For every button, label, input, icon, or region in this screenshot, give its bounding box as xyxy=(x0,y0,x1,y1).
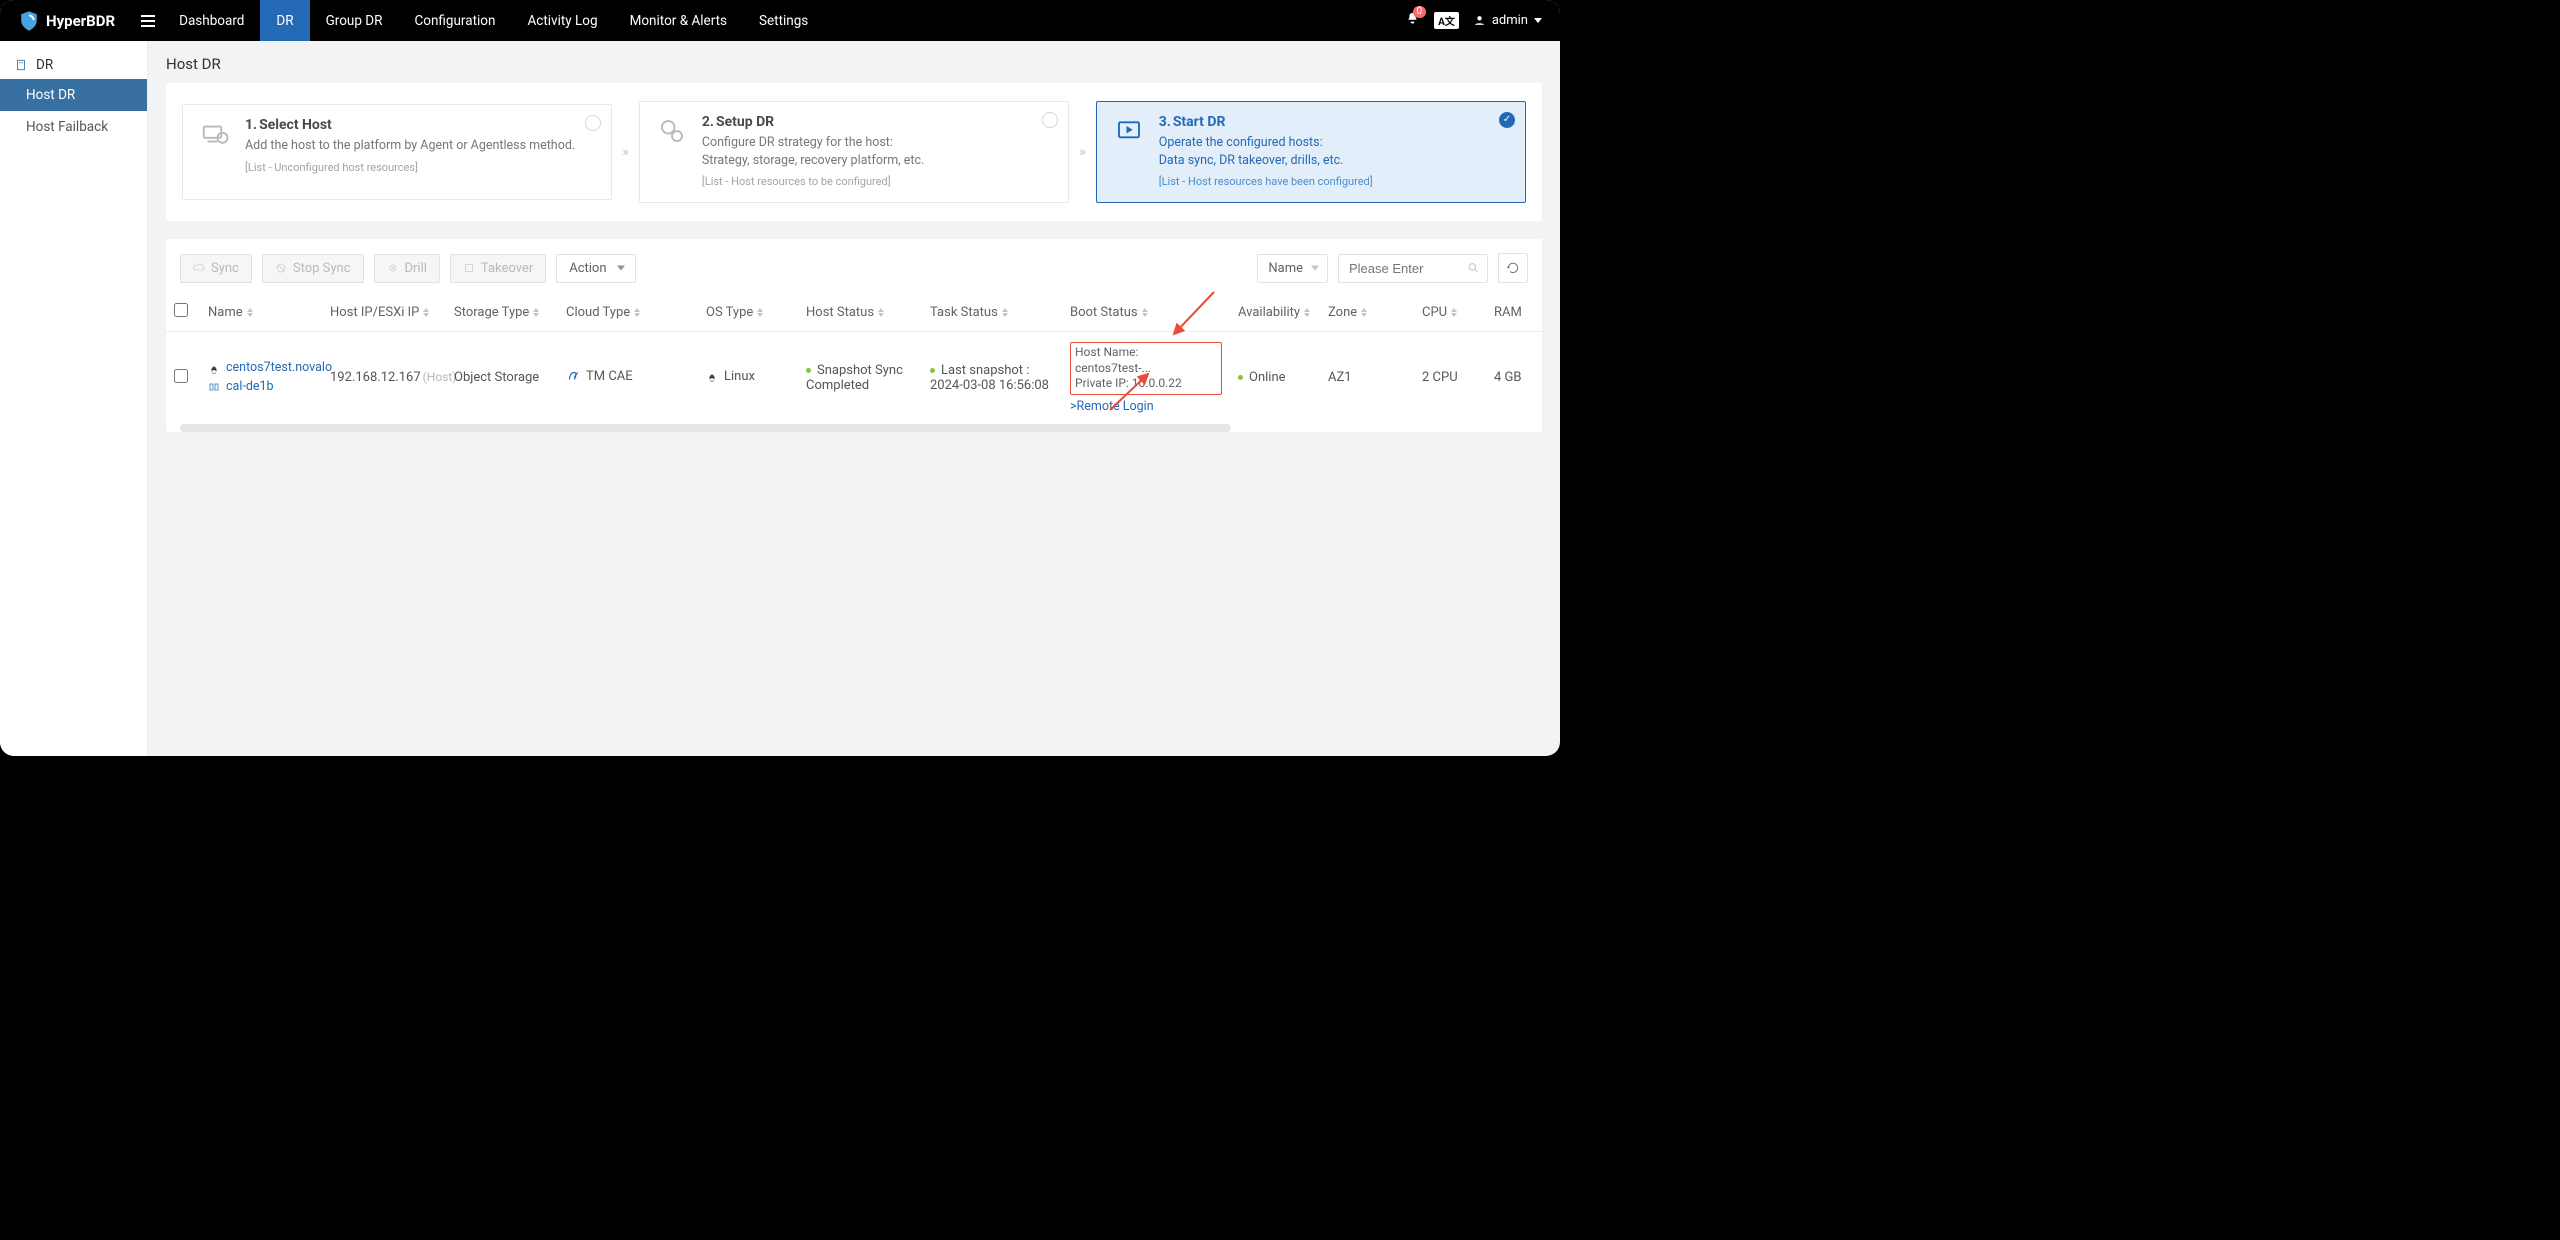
sidebar-item-host-failback[interactable]: Host Failback xyxy=(0,111,147,143)
os-type-cell: Linux xyxy=(698,332,798,424)
nav-dr[interactable]: DR xyxy=(260,0,309,41)
step-1-select-host[interactable]: 1. Select Host Add the host to the platf… xyxy=(182,104,612,200)
alerts-bell[interactable]: 0 xyxy=(1405,11,1420,30)
horizontal-scrollbar[interactable] xyxy=(180,424,1528,432)
col-task-status[interactable]: Task Status xyxy=(922,293,1062,332)
chevron-down-icon xyxy=(1534,18,1542,23)
step-status-empty-icon xyxy=(1042,112,1058,128)
nav-monitor-alerts[interactable]: Monitor & Alerts xyxy=(614,0,743,41)
steps-card: 1. Select Host Add the host to the platf… xyxy=(166,83,1542,221)
col-ram[interactable]: RAM xyxy=(1486,293,1544,332)
col-boot-status[interactable]: Boot Status xyxy=(1062,293,1230,332)
sidebar-heading: DR xyxy=(0,51,147,79)
row-checkbox[interactable] xyxy=(174,369,188,383)
main-content: Host DR 1. Select Host Add the host to t… xyxy=(148,41,1560,756)
alpha-icon xyxy=(566,369,580,383)
col-zone[interactable]: Zone xyxy=(1320,293,1414,332)
col-host-status[interactable]: Host Status xyxy=(798,293,922,332)
table-header-row: Name Host IP/ESXi IP Storage Type Cloud … xyxy=(166,293,1544,332)
brand-logo: HyperBDR xyxy=(18,10,115,32)
col-name[interactable]: Name xyxy=(200,293,322,332)
host-status-cell: Snapshot Sync Completed xyxy=(798,332,922,424)
step-status-empty-icon xyxy=(585,115,601,131)
language-toggle[interactable]: A文 xyxy=(1434,12,1459,29)
nav-settings[interactable]: Settings xyxy=(743,0,824,41)
col-cpu[interactable]: CPU xyxy=(1414,293,1486,332)
select-all-checkbox[interactable] xyxy=(174,303,188,317)
filter-field-select[interactable]: Name xyxy=(1257,254,1328,283)
cloud-type-cell: TM CAE xyxy=(558,332,698,424)
col-availability[interactable]: Availability xyxy=(1230,293,1320,332)
nav-group-dr[interactable]: Group DR xyxy=(310,0,399,41)
stop-icon xyxy=(275,262,287,274)
host-table: Name Host IP/ESXi IP Storage Type Cloud … xyxy=(166,293,1544,424)
table-toolbar: Sync Stop Sync Drill Takeover xyxy=(166,239,1542,293)
availability-cell: Online xyxy=(1230,332,1320,424)
chevron-right-icon: » xyxy=(618,144,633,160)
data-icon xyxy=(208,381,220,393)
stop-sync-button[interactable]: Stop Sync xyxy=(262,254,364,283)
building-icon xyxy=(14,58,28,72)
storage-type-cell: Object Storage xyxy=(446,332,558,424)
zone-cell: AZ1 xyxy=(1320,332,1414,424)
col-os-type[interactable]: OS Type xyxy=(698,293,798,332)
col-host-ip[interactable]: Host IP/ESXi IP xyxy=(322,293,446,332)
sidebar-item-host-dr[interactable]: Host DR xyxy=(0,79,147,111)
sidebar: DR Host DR Host Failback xyxy=(0,41,148,756)
step-status-check-icon xyxy=(1499,112,1515,128)
remote-login-link[interactable]: >Remote Login xyxy=(1070,399,1154,414)
takeover-icon xyxy=(463,262,475,274)
linux-penguin-icon xyxy=(706,371,718,383)
host-ip-cell: 192.168.12.167(Host) xyxy=(322,332,446,424)
gears-icon xyxy=(654,114,690,188)
host-name-cell[interactable]: centos7test.novalo cal-de1b xyxy=(208,359,314,397)
play-box-icon xyxy=(1111,114,1147,188)
ram-cell: 4 GB xyxy=(1486,332,1544,424)
shield-icon xyxy=(18,10,40,32)
col-storage-type[interactable]: Storage Type xyxy=(446,293,558,332)
takeover-button[interactable]: Takeover xyxy=(450,254,546,283)
refresh-button[interactable] xyxy=(1498,253,1528,283)
search-icon xyxy=(1467,262,1480,275)
nav-configuration[interactable]: Configuration xyxy=(398,0,511,41)
page-title: Host DR xyxy=(148,41,1560,83)
nav-items: Dashboard DR Group DR Configuration Acti… xyxy=(163,0,824,41)
boot-info-highlight: Host Name: centos7test-... Private IP: 1… xyxy=(1070,342,1222,395)
drill-button[interactable]: Drill xyxy=(374,254,440,283)
nav-activity-log[interactable]: Activity Log xyxy=(511,0,613,41)
sync-button[interactable]: Sync xyxy=(180,254,252,283)
alerts-count: 0 xyxy=(1413,6,1427,18)
top-nav: HyperBDR Dashboard DR Group DR Configura… xyxy=(0,0,1560,41)
boot-status-cell: Host Name: centos7test-... Private IP: 1… xyxy=(1062,332,1230,424)
user-menu[interactable]: admin xyxy=(1473,13,1542,28)
search-wrap xyxy=(1338,254,1488,283)
action-dropdown[interactable]: Action xyxy=(556,254,635,283)
cloud-sync-icon xyxy=(193,262,205,274)
step-3-start-dr[interactable]: 3. Start DR Operate the configured hosts… xyxy=(1096,101,1526,203)
cpu-cell: 2 CPU xyxy=(1414,332,1486,424)
hamburger-icon[interactable] xyxy=(141,15,155,27)
step-2-setup-dr[interactable]: 2. Setup DR Configure DR strategy for th… xyxy=(639,101,1069,203)
nav-dashboard[interactable]: Dashboard xyxy=(163,0,260,41)
linux-penguin-icon xyxy=(208,363,220,375)
chevron-right-icon: » xyxy=(1075,144,1090,160)
refresh-icon xyxy=(1506,261,1520,275)
table-row: centos7test.novalo cal-de1b 192.168.12.1… xyxy=(166,332,1544,424)
user-icon xyxy=(1473,14,1486,27)
host-icon xyxy=(197,117,233,185)
task-status-cell: Last snapshot : 2024-03-08 16:56:08 xyxy=(922,332,1062,424)
host-table-card: Sync Stop Sync Drill Takeover xyxy=(166,239,1542,432)
drill-icon xyxy=(387,262,399,274)
search-input[interactable] xyxy=(1338,254,1488,283)
chevron-down-icon xyxy=(617,266,625,271)
col-cloud-type[interactable]: Cloud Type xyxy=(558,293,698,332)
